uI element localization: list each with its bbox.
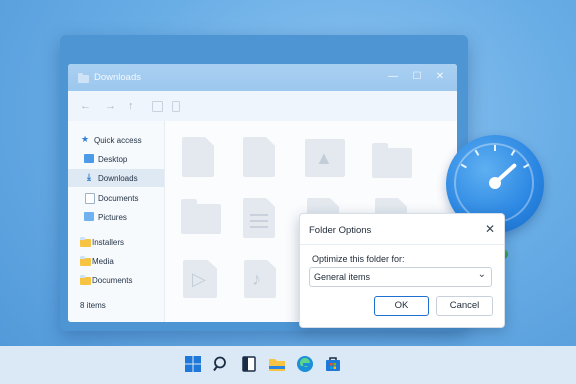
close-button[interactable]: ✕ (433, 70, 447, 84)
search-icon[interactable] (212, 355, 230, 373)
document-icon (85, 193, 95, 204)
text-line (250, 226, 268, 228)
navigation-pane: ★ Quick access Desktop ⤓ Downloads Docum… (68, 121, 165, 322)
music-note-icon: ♪ (252, 269, 261, 289)
image-file-icon[interactable]: ▲ (305, 139, 345, 177)
sidebar-item-documents-folder[interactable]: Documents (68, 271, 164, 289)
up-arrow-icon[interactable]: ↑ (128, 100, 134, 112)
sidebar-item-label: Documents (98, 194, 139, 203)
back-arrow-icon[interactable]: ← (80, 100, 91, 112)
minimize-button[interactable]: — (386, 70, 400, 84)
divider (300, 244, 504, 245)
sidebar-item-label: Media (92, 257, 114, 266)
text-line (250, 214, 268, 216)
folder-icon (80, 275, 91, 285)
optimize-select[interactable]: General items ⌄ (309, 267, 492, 287)
window-title: Downloads (94, 72, 141, 83)
store-icon[interactable] (324, 355, 342, 373)
sidebar-item-label: Installers (92, 238, 125, 247)
sidebar-item-documents[interactable]: Documents (68, 189, 164, 207)
sidebar-item-media[interactable]: Media (68, 252, 164, 270)
chevron-down-icon: ⌄ (477, 269, 486, 280)
sidebar-item-installers[interactable]: Installers (68, 233, 164, 251)
gauge-tick (494, 145, 496, 151)
task-view-icon[interactable] (240, 355, 258, 373)
gauge-hub (489, 177, 501, 189)
sidebar-item-quick-access[interactable]: ★ Quick access (68, 131, 164, 149)
download-icon: ⤓ (87, 172, 91, 182)
optimize-select-value: General items (314, 272, 371, 282)
folder-options-dialog: Folder Options ✕ Optimize this folder fo… (299, 213, 505, 328)
ok-button[interactable]: OK (374, 296, 429, 316)
dialog-close-icon[interactable]: ✕ (485, 222, 495, 236)
sidebar-item-label: Pictures (98, 213, 127, 222)
details-icon[interactable] (172, 101, 180, 112)
title-bar[interactable]: Downloads — ☐ ✕ (68, 64, 457, 91)
dialog-title: Folder Options (309, 225, 372, 236)
file-explorer-icon[interactable] (268, 355, 286, 373)
desktop-icon (84, 154, 94, 163)
audio-file-icon[interactable]: ♪ (244, 260, 276, 298)
folder-icon[interactable] (372, 143, 412, 178)
sidebar-item-downloads[interactable]: ⤓ Downloads (68, 169, 164, 187)
video-file-icon[interactable]: ▷ (183, 260, 217, 298)
file-icon[interactable] (243, 137, 275, 177)
edge-browser-icon[interactable] (296, 355, 314, 373)
folder-icon (80, 256, 91, 266)
cancel-button[interactable]: Cancel (436, 296, 493, 316)
start-icon[interactable] (184, 355, 202, 373)
view-icon[interactable] (152, 101, 163, 112)
taskbar (0, 346, 576, 384)
navigation-toolbar: ← → ↑ (68, 91, 457, 121)
sidebar-item-label: Documents (92, 276, 133, 285)
text-file-icon[interactable] (243, 198, 275, 238)
mountain-icon: ▲ (315, 148, 333, 168)
folder-icon (78, 73, 89, 83)
status-bar-item-count: 8 items (80, 301, 106, 310)
pictures-icon (84, 212, 94, 221)
sidebar-item-desktop[interactable]: Desktop (68, 150, 164, 168)
sidebar-item-label: Downloads (98, 174, 138, 183)
sidebar-item-pictures[interactable]: Pictures (68, 208, 164, 226)
play-icon: ▷ (192, 269, 206, 289)
sidebar-item-label: Desktop (98, 155, 128, 164)
folder-icon (80, 237, 91, 247)
maximize-button[interactable]: ☐ (410, 70, 424, 84)
sidebar-item-label: Quick access (94, 136, 142, 145)
folder-icon[interactable] (181, 199, 221, 234)
star-icon: ★ (80, 134, 90, 144)
optimize-label: Optimize this folder for: (312, 254, 405, 264)
file-icon[interactable] (182, 137, 214, 177)
text-line (250, 220, 268, 222)
forward-arrow-icon[interactable]: → (105, 100, 116, 112)
